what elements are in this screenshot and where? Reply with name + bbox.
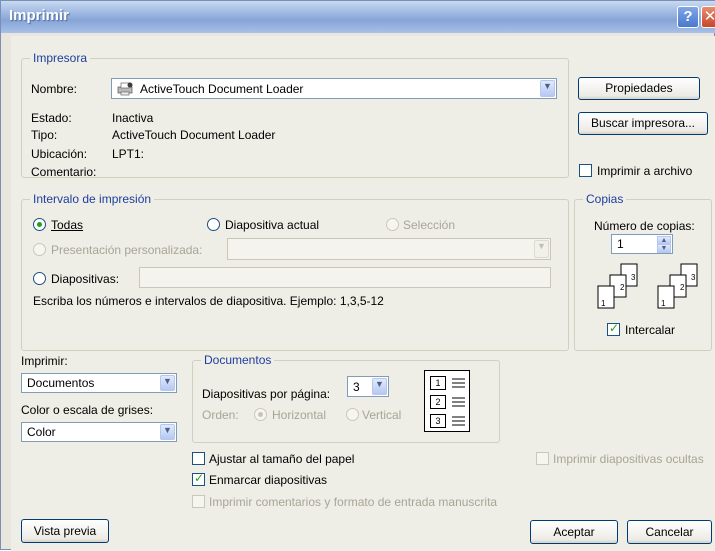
selection-radio — [386, 218, 399, 231]
handout-layout-preview: 1 2 3 — [424, 370, 470, 432]
print-hidden-label: Imprimir diapositivas ocultas — [553, 452, 704, 466]
copies-count-value: 1 — [617, 237, 624, 251]
selection-label: Selección — [403, 218, 456, 232]
slides-hint: Escriba los números e intervalos de diap… — [33, 294, 384, 308]
type-label: Tipo: — [31, 128, 58, 142]
ok-button-label: Aceptar — [553, 525, 595, 539]
printer-name-combo[interactable]: ActiveTouch Document Loader ▼ — [111, 78, 557, 99]
print-to-file-label[interactable]: Imprimir a archivo — [597, 164, 692, 178]
radio-selected-dot — [258, 412, 263, 417]
current-slide-radio[interactable] — [207, 218, 220, 231]
location-value: LPT1: — [112, 147, 145, 161]
slides-radio[interactable] — [33, 272, 46, 285]
cancel-button[interactable]: Cancelar — [627, 520, 712, 544]
ok-button[interactable]: Aceptar — [530, 520, 618, 544]
print-comments-label: Imprimir comentarios y formato de entrad… — [209, 495, 498, 509]
custom-show-combo: ▼ — [227, 238, 551, 260]
printer-name-label: Nombre: — [31, 82, 78, 96]
checkmark-icon: ✓ — [609, 321, 620, 335]
status-label: Estado: — [31, 111, 72, 125]
color-combo[interactable]: Color ▼ — [21, 422, 177, 442]
comment-label: Comentario: — [31, 165, 97, 179]
preview-button[interactable]: Vista previa — [21, 519, 109, 543]
help-button[interactable]: ? — [677, 6, 699, 28]
chevron-down-icon[interactable]: ▼ — [540, 80, 555, 97]
current-slide-label[interactable]: Diapositiva actual — [225, 218, 319, 232]
all-slides-label[interactable]: Todas — [51, 218, 83, 232]
fit-to-paper-label[interactable]: Ajustar al tamaño del papel — [209, 452, 354, 466]
svg-text:1: 1 — [601, 299, 606, 308]
printer-group: Impresora — [21, 51, 569, 178]
all-slides-radio[interactable] — [33, 218, 46, 231]
svg-text:2: 2 — [620, 283, 625, 292]
collate-illustration-icon: 3 2 1 3 2 1 — [589, 262, 707, 312]
print-what-label: Imprimir: — [21, 354, 68, 368]
svg-text:3: 3 — [691, 273, 696, 282]
horizontal-radio — [254, 408, 267, 421]
preview-number: 2 — [435, 397, 441, 407]
properties-button-label: Propiedades — [605, 81, 673, 95]
handouts-legend: Documentos — [201, 353, 275, 367]
spin-down-icon[interactable]: ▼ — [657, 244, 671, 253]
preview-number: 1 — [435, 378, 441, 388]
radio-selected-dot — [37, 222, 42, 227]
close-button[interactable]: ✕ — [701, 6, 715, 28]
collate-label[interactable]: Intercalar — [625, 323, 675, 337]
slides-per-page-label: Diapositivas por página: — [202, 387, 331, 401]
print-hidden-checkbox — [536, 452, 549, 465]
preview-slide-3: 3 — [430, 414, 446, 428]
copies-spinner[interactable]: 1 ▲ ▼ — [611, 234, 673, 254]
vertical-radio — [346, 408, 359, 421]
svg-text:3: 3 — [631, 273, 636, 282]
print-what-value: Documentos — [27, 376, 95, 390]
slides-input[interactable] — [139, 267, 551, 288]
slides-per-page-value: 3 — [353, 380, 360, 394]
print-to-file-checkbox[interactable] — [579, 164, 592, 177]
vertical-label: Vertical — [362, 408, 402, 422]
properties-button[interactable]: Propiedades — [578, 77, 700, 100]
chevron-down-icon[interactable]: ▼ — [372, 378, 387, 395]
type-value: ActiveTouch Document Loader — [112, 128, 276, 142]
dialog-body: Impresora Nombre: ActiveTouch Document L… — [11, 36, 715, 551]
chevron-down-icon[interactable]: ▼ — [160, 375, 175, 391]
custom-show-label: Presentación personalizada: — [51, 243, 203, 257]
preview-lines-icon — [452, 378, 465, 426]
status-value: Inactiva — [112, 111, 154, 125]
preview-slide-1: 1 — [430, 376, 446, 390]
preview-slide-2: 2 — [430, 395, 446, 409]
print-range-legend: Intervalo de impresión — [30, 192, 155, 206]
copies-count-label: Número de copias: — [594, 219, 695, 233]
printer-legend: Impresora — [30, 51, 91, 65]
checkmark-icon: ✓ — [194, 471, 205, 485]
print-comments-checkbox — [192, 495, 205, 508]
find-printer-button[interactable]: Buscar impresora... — [578, 112, 708, 135]
copies-legend: Copias — [583, 192, 627, 206]
preview-number: 3 — [435, 416, 441, 426]
frame-slides-label[interactable]: Enmarcar diapositivas — [209, 473, 327, 487]
print-dialog: Imprimir ? ✕ Impresora Nombre: ActiveTou… — [0, 0, 715, 551]
preview-button-label: Vista previa — [33, 524, 97, 538]
location-label: Ubicación: — [31, 147, 88, 161]
chevron-down-icon[interactable]: ▼ — [160, 424, 175, 440]
slides-per-page-combo[interactable]: 3 ▼ — [347, 376, 389, 397]
chevron-down-icon: ▼ — [534, 240, 549, 258]
svg-text:1: 1 — [661, 299, 666, 308]
slides-label[interactable]: Diapositivas: — [51, 272, 119, 286]
color-label: Color o escala de grises: — [21, 403, 154, 417]
custom-show-radio — [33, 243, 46, 256]
printer-icon — [117, 82, 133, 96]
color-value: Color — [27, 425, 56, 439]
print-what-combo[interactable]: Documentos ▼ — [21, 373, 177, 393]
order-label: Orden: — [202, 408, 239, 422]
printer-name-value: ActiveTouch Document Loader — [140, 82, 304, 96]
horizontal-label: Horizontal — [272, 408, 327, 422]
frame-slides-checkbox[interactable]: ✓ — [192, 471, 205, 486]
title-bar[interactable]: Imprimir ? ✕ — [1, 1, 715, 33]
collate-checkbox[interactable]: ✓ — [607, 321, 620, 336]
find-printer-button-label: Buscar impresora... — [590, 116, 696, 130]
fit-to-paper-checkbox[interactable] — [192, 452, 205, 465]
window-title: Imprimir — [9, 7, 70, 24]
svg-text:2: 2 — [680, 283, 685, 292]
cancel-button-label: Cancelar — [645, 525, 694, 539]
